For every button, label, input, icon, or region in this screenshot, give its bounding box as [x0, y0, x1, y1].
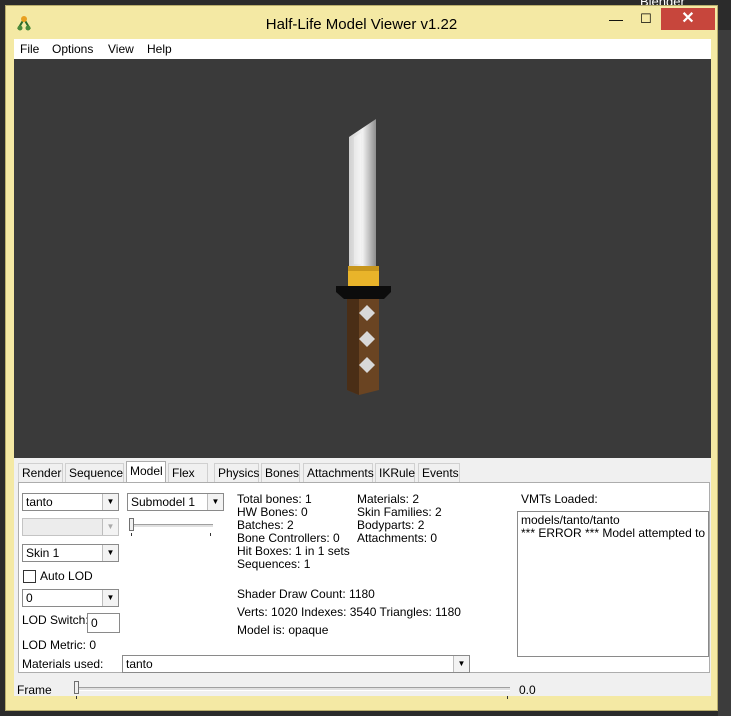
- chevron-down-icon: ▼: [102, 519, 118, 535]
- menu-bar: File Options View Help: [14, 39, 711, 59]
- vmts-loaded-label: VMTs Loaded:: [521, 492, 598, 506]
- submodel-select-value: Submodel 1: [131, 495, 196, 509]
- 3d-viewport[interactable]: [14, 59, 711, 458]
- menu-options[interactable]: Options: [52, 42, 93, 56]
- tab-model[interactable]: Model: [126, 461, 166, 483]
- slider-tick: [131, 533, 132, 536]
- tab-sequence[interactable]: Sequence: [65, 463, 124, 482]
- shader-draw-count: Shader Draw Count: 1180: [237, 587, 375, 601]
- vmts-loaded-list[interactable]: models/tanto/tanto *** ERROR *** Model a…: [517, 511, 709, 657]
- stat-bodyparts: Bodyparts: 2: [357, 518, 425, 532]
- auto-lod-label: Auto LOD: [40, 569, 93, 583]
- slider-thumb[interactable]: [74, 681, 79, 694]
- model-select[interactable]: tanto ▼: [22, 493, 119, 511]
- stat-batches: Batches: 2: [237, 518, 294, 532]
- stat-attachments: Attachments: 0: [357, 531, 438, 545]
- slider-track: [129, 524, 213, 528]
- maximize-button[interactable]: ☐: [631, 8, 661, 30]
- chevron-down-icon: ▼: [102, 590, 118, 606]
- chevron-down-icon: ▼: [102, 545, 118, 561]
- stat-hit-boxes: Hit Boxes: 1 in 1 sets: [237, 544, 350, 558]
- title-bar[interactable]: Half-Life Model Viewer v1.22 — ☐ ✕: [6, 6, 717, 40]
- tab-events[interactable]: Events: [418, 463, 460, 482]
- tab-flex[interactable]: Flex: [168, 463, 208, 482]
- chevron-down-icon: ▼: [207, 494, 223, 510]
- materials-used-label: Materials used:: [22, 657, 104, 671]
- lod-switch-label: LOD Switch:: [22, 613, 89, 627]
- stat-hw-bones: HW Bones: 0: [237, 505, 308, 519]
- bodypart-select[interactable]: ▼: [22, 518, 119, 536]
- model-viewer-window: Half-Life Model Viewer v1.22 — ☐ ✕ File …: [5, 5, 718, 711]
- lod-metric-text: LOD Metric: 0: [22, 638, 97, 652]
- stat-total-bones: Total bones: 1: [237, 492, 312, 506]
- minimize-button[interactable]: —: [601, 8, 631, 30]
- model-select-value: tanto: [26, 495, 53, 509]
- menu-help[interactable]: Help: [147, 42, 172, 56]
- model-opacity: Model is: opaque: [237, 623, 329, 637]
- chevron-down-icon: ▼: [453, 656, 469, 672]
- slider-tick: [76, 696, 77, 699]
- chevron-down-icon: ▼: [102, 494, 118, 510]
- tab-ikrule[interactable]: IKRule: [375, 463, 415, 482]
- frame-label: Frame: [17, 683, 52, 697]
- tab-physics[interactable]: Physics: [214, 463, 259, 482]
- stat-bone-controllers: Bone Controllers: 0: [237, 531, 340, 545]
- tab-bones[interactable]: Bones: [261, 463, 300, 482]
- materials-used-value: tanto: [126, 657, 153, 671]
- menu-view[interactable]: View: [108, 42, 134, 56]
- stat-skin-families: Skin Families: 2: [357, 505, 442, 519]
- submodel-select[interactable]: Submodel 1 ▼: [127, 493, 224, 511]
- tanto-knife-render: [336, 119, 391, 395]
- slider-thumb[interactable]: [129, 518, 134, 531]
- frame-value: 0.0: [519, 683, 536, 697]
- lod-select[interactable]: 0 ▼: [22, 589, 119, 607]
- submodel-slider[interactable]: [129, 517, 213, 536]
- lod-select-value: 0: [26, 591, 33, 605]
- background-app-edge: [718, 30, 731, 716]
- close-button[interactable]: ✕: [661, 8, 715, 30]
- materials-used-select[interactable]: tanto ▼: [122, 655, 470, 673]
- tab-render[interactable]: Render: [18, 463, 63, 482]
- stat-materials: Materials: 2: [357, 492, 420, 506]
- lod-switch-input[interactable]: 0: [87, 613, 120, 633]
- frame-slider[interactable]: [74, 680, 510, 699]
- stat-sequences: Sequences: 1: [237, 557, 311, 571]
- verts-indexes-triangles: Verts: 1020 Indexes: 3540 Triangles: 118…: [237, 605, 461, 619]
- auto-lod-checkbox[interactable]: [23, 570, 36, 583]
- control-panel: Render Sequence Model Flex Physics Bones…: [14, 458, 711, 699]
- skin-select-value: Skin 1: [26, 546, 60, 560]
- slider-tick: [210, 533, 211, 536]
- menu-file[interactable]: File: [20, 42, 39, 56]
- skin-select[interactable]: Skin 1 ▼: [22, 544, 119, 562]
- list-item[interactable]: *** ERROR *** Model attempted to load: [518, 527, 708, 540]
- slider-track: [74, 687, 510, 691]
- tab-attachments[interactable]: Attachments: [303, 463, 374, 482]
- model-tab-content: tanto ▼ Submodel 1 ▼ ▼ Skin 1 ▼ Auto LOD…: [18, 482, 710, 673]
- slider-tick: [507, 696, 508, 699]
